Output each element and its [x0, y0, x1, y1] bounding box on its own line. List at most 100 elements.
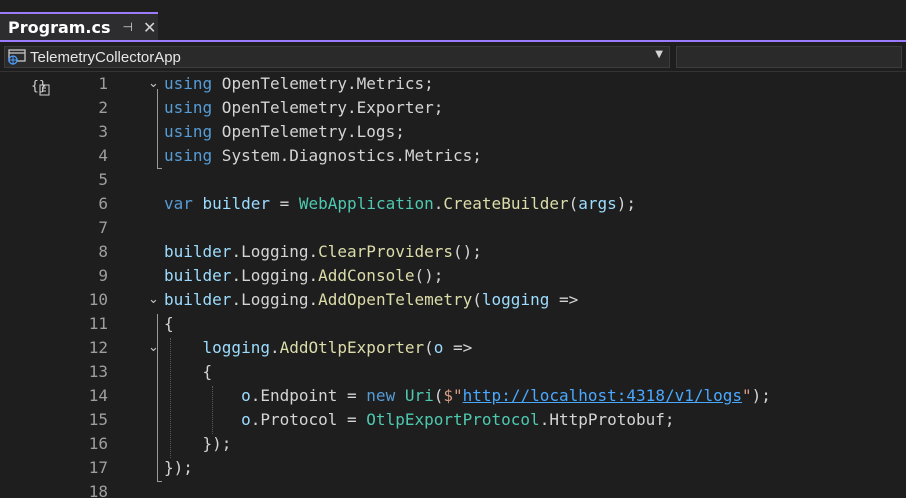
- code-text: using System.Diagnostics.Metrics;: [164, 144, 482, 168]
- code-token: o: [241, 386, 251, 405]
- code-token: =: [269, 194, 299, 213]
- project-name: TelemetryCollectorApp: [30, 48, 181, 66]
- code-token: OtlpExportProtocol: [366, 410, 540, 429]
- code-editor[interactable]: {} 1 ⌄ using OpenTelemetry.Metrics; 2 using …: [0, 72, 906, 498]
- code-token: .Protocol =: [250, 410, 367, 429]
- code-text: builder.Logging.AddOpenTelemetry(logging…: [164, 288, 578, 312]
- fold-chevron-icon[interactable]: ⌄: [148, 72, 159, 96]
- code-token: builder: [164, 242, 232, 261]
- code-text: });: [164, 456, 193, 480]
- line-number: 1: [98, 74, 108, 93]
- pin-icon[interactable]: ⊣: [123, 20, 133, 34]
- code-token: =>: [549, 290, 579, 309]
- code-line[interactable]: 9 builder.Logging.AddConsole();: [0, 264, 906, 288]
- code-token: );: [751, 386, 771, 405]
- navigation-bar: TelemetryCollectorApp ▼: [0, 42, 906, 72]
- chevron-down-icon[interactable]: ▼: [655, 49, 663, 60]
- code-token: ();: [414, 266, 444, 285]
- code-token: WebApplication: [298, 194, 434, 213]
- line-number: 5: [98, 170, 108, 189]
- code-token: .Logging.: [231, 290, 319, 309]
- code-line[interactable]: 8 builder.Logging.ClearProviders();: [0, 240, 906, 264]
- code-text: {: [164, 360, 213, 384]
- code-line[interactable]: 17});: [0, 456, 906, 480]
- code-token: .Logging.: [231, 242, 319, 261]
- code-text: using OpenTelemetry.Metrics;: [164, 72, 434, 96]
- code-line[interactable]: 4 using System.Diagnostics.Metrics;: [0, 144, 906, 168]
- line-number: 4: [98, 146, 108, 165]
- code-token: var: [164, 194, 193, 213]
- code-line[interactable]: 12 ⌄ logging.AddOtlpExporter(o =>: [0, 336, 906, 360]
- project-dropdown[interactable]: TelemetryCollectorApp ▼: [4, 46, 670, 68]
- line-number: 3: [98, 122, 108, 141]
- line-number: 14: [88, 386, 108, 405]
- line-number: 18: [88, 482, 108, 498]
- code-token: AddOpenTelemetry: [318, 290, 473, 309]
- code-text: {: [164, 312, 174, 336]
- code-token: new: [366, 386, 396, 405]
- tab-strip: Program.cs ⊣ ✕: [0, 0, 906, 40]
- tab-program-cs[interactable]: Program.cs ⊣ ✕: [0, 12, 158, 40]
- code-token: builder: [202, 194, 270, 213]
- code-token: .HttpProtobuf;: [539, 410, 675, 429]
- code-token: ": [742, 386, 752, 405]
- code-token: OpenTelemetry.Metrics;: [212, 74, 434, 93]
- code-token: using: [164, 74, 213, 93]
- code-line[interactable]: 5: [0, 168, 906, 192]
- code-token: logging: [481, 290, 550, 309]
- code-token: o: [433, 338, 444, 357]
- line-number: 17: [88, 458, 108, 477]
- code-line[interactable]: 11 {: [0, 312, 906, 336]
- code-token: });: [164, 434, 232, 453]
- line-number: 6: [98, 194, 108, 213]
- code-token: (: [433, 386, 444, 405]
- code-token: CreateBuilder: [443, 194, 569, 213]
- fold-chevron-icon[interactable]: ⌄: [148, 288, 159, 312]
- fold-chevron-icon[interactable]: ⌄: [148, 336, 159, 360]
- code-token: OpenTelemetry.Logs;: [212, 122, 405, 141]
- code-token: builder: [164, 290, 232, 309]
- member-dropdown[interactable]: [676, 46, 902, 68]
- code-line[interactable]: 18: [0, 480, 906, 498]
- code-token[interactable]: http://localhost:4318/v1/logs: [463, 386, 742, 405]
- code-token: .Logging.: [231, 266, 319, 285]
- line-number: 12: [88, 338, 108, 357]
- code-line[interactable]: 3 using OpenTelemetry.Logs;: [0, 120, 906, 144]
- code-token: ();: [453, 242, 482, 261]
- code-text: using OpenTelemetry.Exporter;: [164, 96, 443, 120]
- code-token: (: [472, 290, 482, 309]
- code-line[interactable]: 10 ⌄ builder.Logging.AddOpenTelemetry(logg…: [0, 288, 906, 312]
- code-line[interactable]: 14 o.Endpoint = new Uri($"http://localho…: [0, 384, 906, 408]
- code-text: var builder = WebApplication.CreateBuild…: [164, 192, 636, 216]
- code-token: $": [443, 386, 463, 405]
- code-line[interactable]: 13 {: [0, 360, 906, 384]
- close-icon[interactable]: ✕: [143, 18, 156, 37]
- code-token: builder: [164, 266, 232, 285]
- code-token: using: [164, 146, 213, 165]
- code-token: args: [578, 194, 617, 213]
- code-line[interactable]: 7: [0, 216, 906, 240]
- code-token: =>: [443, 338, 473, 357]
- code-token: logging: [202, 338, 270, 357]
- line-number: 11: [88, 314, 108, 333]
- code-line[interactable]: 16 });: [0, 432, 906, 456]
- line-number: 13: [88, 362, 108, 381]
- code-line[interactable]: 15 o.Protocol = OtlpExportProtocol.HttpP…: [0, 408, 906, 432]
- code-token: AddConsole: [318, 266, 415, 285]
- code-token: .Endpoint =: [250, 386, 367, 405]
- code-token: });: [164, 458, 193, 477]
- code-line[interactable]: 2 using OpenTelemetry.Exporter;: [0, 96, 906, 120]
- code-line[interactable]: 1 ⌄ using OpenTelemetry.Metrics;: [0, 72, 906, 96]
- code-token: {: [164, 362, 213, 381]
- line-number: 8: [98, 242, 108, 261]
- line-number: 10: [88, 290, 108, 309]
- code-token: OpenTelemetry.Exporter;: [212, 98, 444, 117]
- code-token: Uri: [404, 386, 434, 405]
- line-number: 16: [88, 434, 108, 453]
- project-icon: [8, 49, 26, 65]
- code-line[interactable]: 6 var builder = WebApplication.CreateBuil…: [0, 192, 906, 216]
